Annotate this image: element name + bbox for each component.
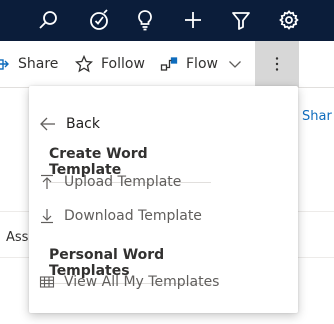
follow-label: Follow: [101, 56, 145, 72]
lightbulb-icon[interactable]: [133, 8, 157, 32]
more-vertical-icon: [275, 57, 279, 71]
flow-icon: [160, 57, 178, 71]
plus-icon[interactable]: [181, 8, 205, 32]
command-bar: Share Follow Flow: [0, 41, 334, 88]
table-icon: [39, 274, 55, 290]
upload-template-label: Upload Template: [64, 174, 182, 190]
view-all-templates-label: View All My Templates: [64, 274, 220, 290]
flow-dropdown-button[interactable]: [226, 41, 252, 87]
download-icon: [39, 208, 55, 224]
more-commands-button[interactable]: [255, 41, 299, 87]
upload-template-item[interactable]: Upload Template: [39, 169, 279, 195]
background-share-link[interactable]: Shar: [302, 109, 332, 124]
view-all-templates-item[interactable]: View All My Templates: [39, 269, 279, 295]
download-template-label: Download Template: [64, 208, 202, 224]
filter-icon[interactable]: [229, 8, 253, 32]
flow-button[interactable]: Flow: [160, 41, 218, 87]
share-button[interactable]: Share: [0, 41, 58, 87]
chevron-down-icon: [229, 61, 241, 68]
back-button[interactable]: Back: [39, 113, 100, 135]
upload-icon: [39, 174, 55, 190]
task-target-icon[interactable]: [87, 8, 111, 32]
share-icon: [0, 59, 9, 70]
back-label: Back: [66, 116, 100, 132]
star-icon: [75, 55, 93, 73]
top-navigation-bar: [0, 0, 334, 41]
gear-icon[interactable]: [277, 8, 301, 32]
arrow-left-icon: [40, 117, 55, 131]
background-label: Ass: [6, 230, 29, 245]
download-template-item[interactable]: Download Template: [39, 203, 279, 229]
flow-label: Flow: [186, 56, 218, 72]
search-icon[interactable]: [36, 8, 60, 32]
word-templates-menu: Back Create Word Template Upload Templat…: [29, 86, 298, 313]
share-label: Share: [18, 56, 59, 72]
follow-button[interactable]: Follow: [75, 41, 145, 87]
